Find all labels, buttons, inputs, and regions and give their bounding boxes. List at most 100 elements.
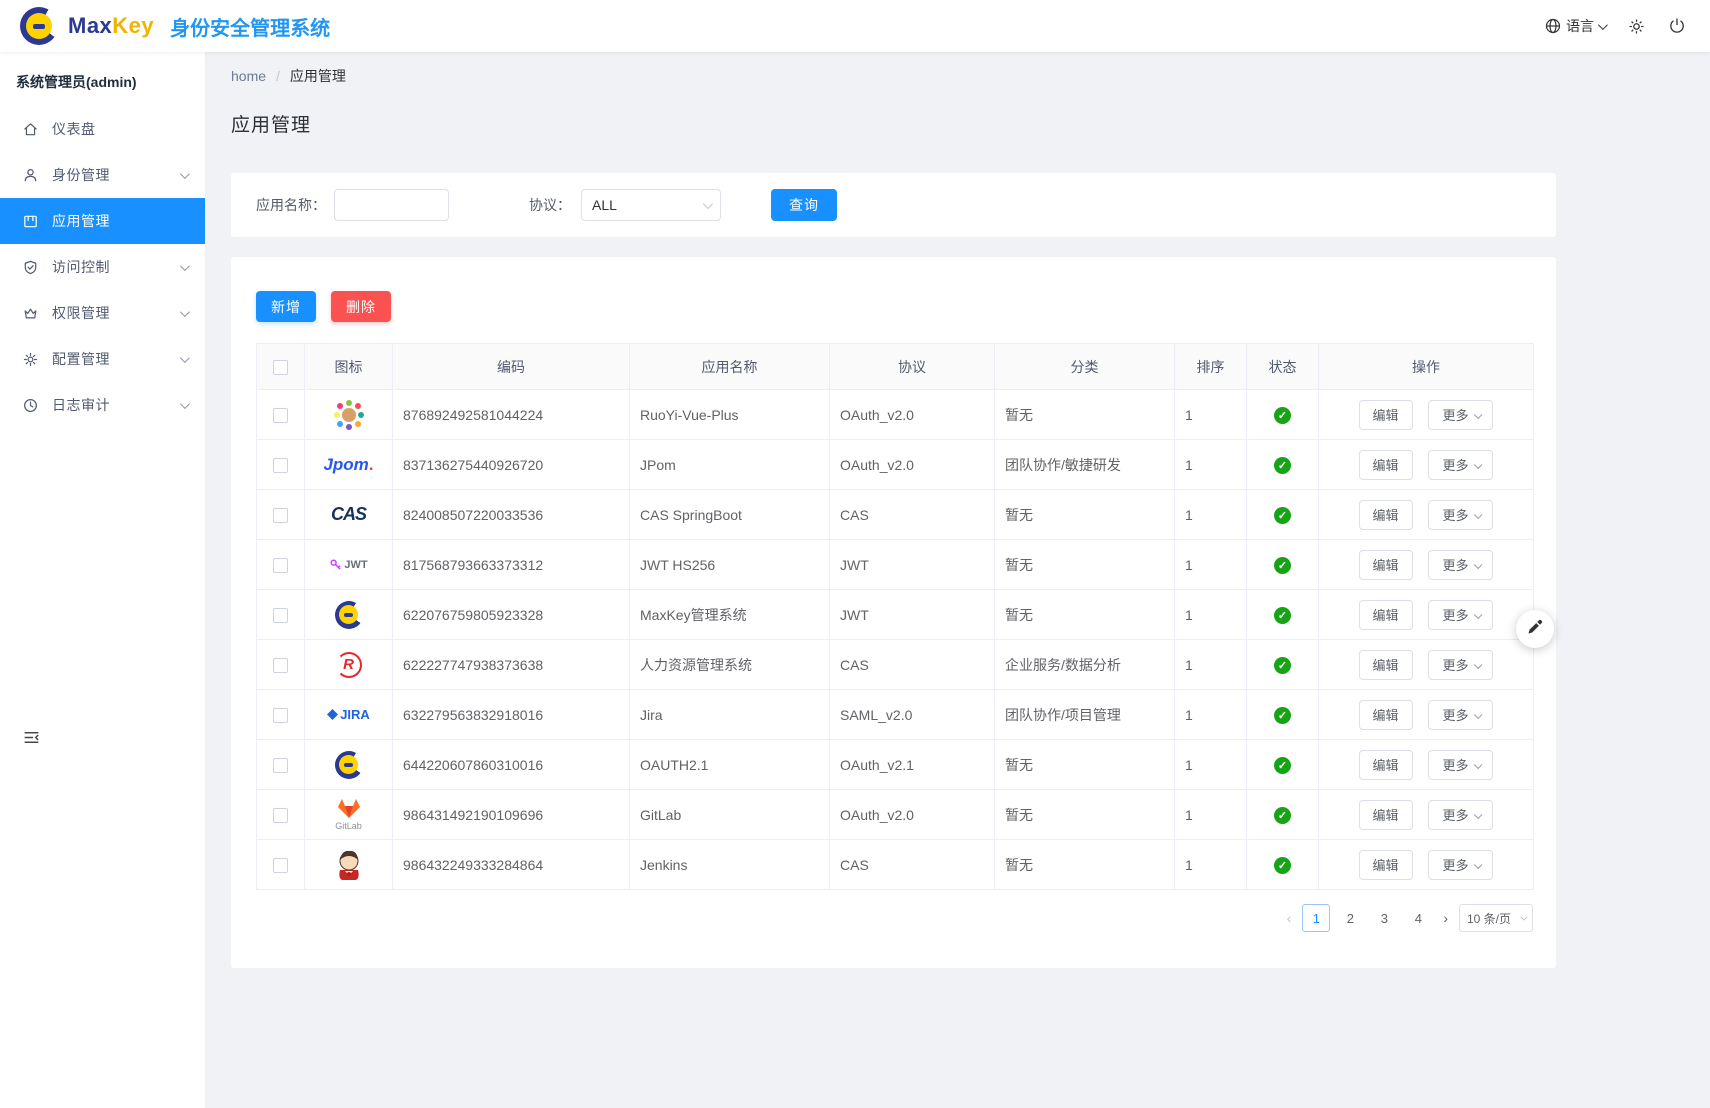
app-category: 团队协作/项目管理: [995, 690, 1175, 740]
gear-icon: [1627, 17, 1646, 36]
edit-button[interactable]: 编辑: [1359, 850, 1413, 880]
row-checkbox[interactable]: [273, 558, 288, 573]
more-button[interactable]: 更多: [1428, 850, 1493, 880]
page-button-3[interactable]: 3: [1370, 904, 1398, 932]
app-sort: 1: [1175, 740, 1247, 790]
app-protocol: JWT: [830, 540, 995, 590]
chevron-down-icon: [180, 307, 190, 317]
app-name-input[interactable]: [334, 189, 449, 221]
app-category: 暂无: [995, 790, 1175, 840]
page-button-4[interactable]: 4: [1404, 904, 1432, 932]
edit-button[interactable]: 编辑: [1359, 650, 1413, 680]
sidebar-item-access[interactable]: 访问控制: [0, 244, 205, 290]
app-code: 817568793663373312: [393, 540, 630, 590]
crown-icon: [22, 305, 39, 322]
row-checkbox[interactable]: [273, 858, 288, 873]
more-button[interactable]: 更多: [1428, 500, 1493, 530]
select-all-checkbox[interactable]: [273, 360, 288, 375]
more-button[interactable]: 更多: [1428, 550, 1493, 580]
breadcrumb-home-link[interactable]: home: [231, 68, 266, 84]
table-row: 622076759805923328 MaxKey管理系统 JWT 暂无 1 编…: [257, 590, 1534, 640]
app-code: 622227747938373638: [393, 640, 630, 690]
app-code: 876892492581044224: [393, 390, 630, 440]
more-button[interactable]: 更多: [1428, 400, 1493, 430]
app-code: 632279563832918016: [393, 690, 630, 740]
app-title: 身份安全管理系统: [170, 12, 330, 41]
chevron-down-icon: [1598, 20, 1608, 30]
search-button[interactable]: 查询: [771, 189, 837, 221]
table-row: 876892492581044224 RuoYi-Vue-Plus OAuth_…: [257, 390, 1534, 440]
app-name-label: 应用名称：: [256, 195, 326, 215]
app-category: 暂无: [995, 840, 1175, 890]
table-row: R 622227747938373638 人力资源管理系统 CAS 企业服务/数…: [257, 640, 1534, 690]
page-button-2[interactable]: 2: [1336, 904, 1364, 932]
filter-panel: 应用名称： 协议： ALL 查询: [231, 173, 1556, 237]
more-button[interactable]: 更多: [1428, 450, 1493, 480]
chevron-down-icon: [1474, 461, 1482, 469]
more-button[interactable]: 更多: [1428, 750, 1493, 780]
app-protocol: JWT: [830, 590, 995, 640]
sidebar-item-permissions[interactable]: 权限管理: [0, 290, 205, 336]
table-panel: 新增 删除 图标 编码 应用名称 协议 分类 排序 状态 操作: [231, 257, 1556, 968]
edit-button[interactable]: 编辑: [1359, 800, 1413, 830]
edit-button[interactable]: 编辑: [1359, 550, 1413, 580]
theme-skin-button[interactable]: [1516, 610, 1554, 648]
chevron-down-icon: [1474, 761, 1482, 769]
sidebar-item-audit[interactable]: 日志审计: [0, 382, 205, 428]
more-button[interactable]: 更多: [1428, 700, 1493, 730]
table-row: JWT 817568793663373312 JWT HS256 JWT 暂无 …: [257, 540, 1534, 590]
globe-icon: [1544, 17, 1562, 35]
row-checkbox[interactable]: [273, 458, 288, 473]
maxkey-logo: [319, 745, 379, 785]
prev-page-button[interactable]: ‹: [1285, 910, 1294, 926]
more-button[interactable]: 更多: [1428, 650, 1493, 680]
page-button-1[interactable]: 1: [1302, 904, 1330, 932]
sidebar-collapse-button[interactable]: [22, 728, 41, 752]
hr-logo: R: [319, 645, 379, 685]
app-name: CAS SpringBoot: [630, 490, 830, 540]
logout-button[interactable]: [1668, 17, 1686, 35]
sidebar-item-apps[interactable]: 应用管理: [0, 198, 205, 244]
shield-icon: [22, 259, 39, 276]
app-name: GitLab: [630, 790, 830, 840]
page-size-select[interactable]: 10 条/页: [1459, 904, 1533, 932]
col-actions: 操作: [1319, 344, 1534, 390]
edit-button[interactable]: 编辑: [1359, 400, 1413, 430]
app-name: JPom: [630, 440, 830, 490]
row-checkbox[interactable]: [273, 658, 288, 673]
edit-button[interactable]: 编辑: [1359, 750, 1413, 780]
row-checkbox[interactable]: [273, 808, 288, 823]
row-checkbox[interactable]: [273, 758, 288, 773]
chevron-down-icon: [703, 199, 713, 209]
sidebar-item-config[interactable]: 配置管理: [0, 336, 205, 382]
app-sort: 1: [1175, 840, 1247, 890]
breadcrumb-current: 应用管理: [290, 66, 346, 86]
app-sort: 1: [1175, 790, 1247, 840]
more-button[interactable]: 更多: [1428, 600, 1493, 630]
row-checkbox[interactable]: [273, 508, 288, 523]
row-checkbox[interactable]: [273, 608, 288, 623]
protocol-selected-value: ALL: [592, 197, 617, 213]
protocol-label: 协议：: [529, 195, 571, 215]
edit-button[interactable]: 编辑: [1359, 450, 1413, 480]
edit-button[interactable]: 编辑: [1359, 700, 1413, 730]
main-content: home / 应用管理 应用管理 应用名称： 协议： ALL 查询 新增 删除: [206, 52, 1710, 1108]
protocol-select[interactable]: ALL: [581, 189, 721, 221]
chevron-down-icon: [180, 261, 190, 271]
add-button[interactable]: 新增: [256, 291, 316, 322]
chevron-down-icon: [1520, 913, 1527, 920]
delete-button[interactable]: 删除: [331, 291, 391, 322]
edit-button[interactable]: 编辑: [1359, 600, 1413, 630]
row-checkbox[interactable]: [273, 408, 288, 423]
app-name: Jira: [630, 690, 830, 740]
sidebar-item-identity[interactable]: 身份管理: [0, 152, 205, 198]
col-status: 状态: [1247, 344, 1319, 390]
sidebar-item-dashboard[interactable]: 仪表盘: [0, 106, 205, 152]
next-page-button[interactable]: ›: [1441, 910, 1450, 926]
language-switcher[interactable]: 语言: [1544, 16, 1605, 36]
row-checkbox[interactable]: [273, 708, 288, 723]
chevron-down-icon: [180, 399, 190, 409]
edit-button[interactable]: 编辑: [1359, 500, 1413, 530]
settings-button[interactable]: [1627, 17, 1646, 36]
more-button[interactable]: 更多: [1428, 800, 1493, 830]
